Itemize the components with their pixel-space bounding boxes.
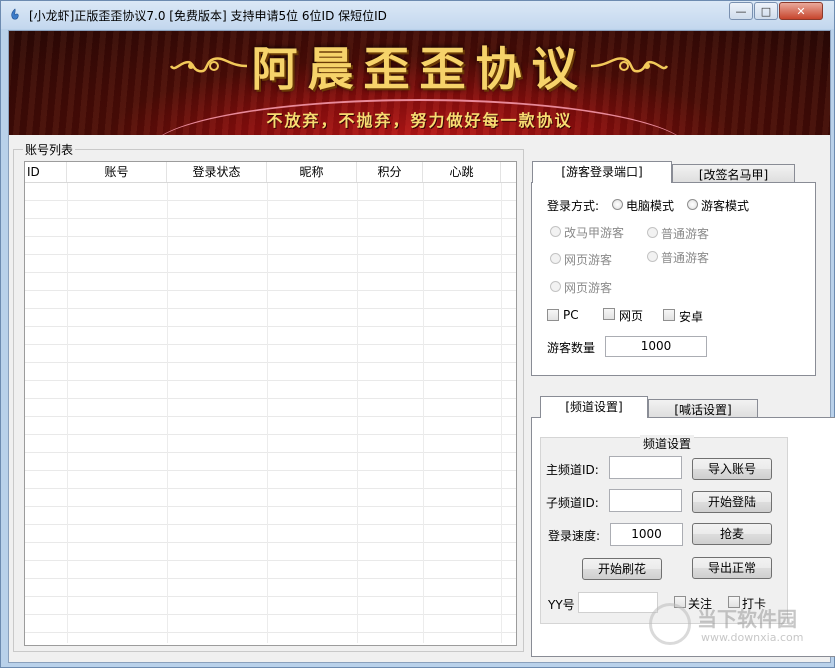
vest-guest-radio[interactable] (550, 226, 561, 237)
maximize-button[interactable]: □ (754, 2, 778, 20)
banner-title: 阿晨歪歪协议 (251, 42, 588, 96)
column-divider (423, 183, 424, 643)
normal-guest-label-2[interactable]: 普通游客 (661, 249, 709, 266)
guest-count-label: 游客数量 (547, 341, 596, 355)
column-divider (67, 183, 68, 643)
main-channel-label: 主频道ID: (546, 463, 599, 477)
normal-guest-radio-1[interactable] (647, 227, 658, 238)
pc-mode-radio[interactable] (612, 199, 623, 210)
yy-number-input[interactable] (578, 592, 658, 613)
platform-web-label[interactable]: 网页 (619, 307, 643, 324)
normal-guest-radio-2[interactable] (647, 251, 658, 262)
window-title: [小龙虾]正版歪歪协议7.0 [免费版本] 支持申请5位 6位ID 保短位ID (29, 9, 387, 23)
web-guest-radio-2[interactable] (550, 281, 561, 292)
platform-web-checkbox[interactable] (603, 308, 615, 320)
column-divider (267, 183, 268, 643)
app-icon (11, 8, 19, 20)
account-table-header: ID 账号 登录状态 昵称 积分 心跳 (25, 162, 516, 183)
web-guest-radio-1[interactable] (550, 253, 561, 264)
platform-android-checkbox[interactable] (663, 309, 675, 321)
sub-channel-input[interactable] (609, 489, 682, 512)
normal-guest-label-1[interactable]: 普通游客 (661, 225, 709, 242)
export-normal-button[interactable]: 导出正常 (692, 557, 772, 579)
start-flower-button[interactable]: 开始刷花 (582, 558, 662, 580)
pc-mode-label[interactable]: 电脑模式 (626, 197, 674, 214)
column-divider (357, 183, 358, 643)
grab-mic-button[interactable]: 抢麦 (692, 523, 772, 545)
client-area: 阿晨歪歪协议 不放弃，不抛弃，努力做好每一款协议 账号列表 ID 账号 登录状态… (8, 30, 835, 663)
watermark-url: www.downxia.com (701, 631, 804, 644)
column-header-account[interactable]: 账号 (67, 162, 167, 182)
banner: 阿晨歪歪协议 不放弃，不抛弃，努力做好每一款协议 (9, 31, 830, 135)
column-header-nickname[interactable]: 昵称 (267, 162, 357, 182)
start-login-button[interactable]: 开始登陆 (692, 491, 772, 513)
guest-mode-label[interactable]: 游客模式 (701, 197, 749, 214)
close-button[interactable]: ✕ (779, 2, 823, 20)
platform-pc-label[interactable]: PC (563, 308, 579, 322)
column-divider (501, 183, 502, 643)
minimize-button[interactable]: — (729, 2, 753, 20)
column-header-login-status[interactable]: 登录状态 (167, 162, 267, 182)
guest-count-input[interactable]: 1000 (605, 336, 707, 357)
watermark-logo-icon (649, 603, 691, 645)
login-mode-label: 登录方式: (547, 199, 600, 213)
login-speed-label: 登录速度: (548, 529, 601, 543)
channel-settings-group-title: 频道设置 (640, 435, 695, 452)
column-header-heartbeat[interactable]: 心跳 (423, 162, 501, 182)
platform-pc-checkbox[interactable] (547, 309, 559, 321)
yy-number-label: YY号 (548, 598, 575, 612)
title-bar[interactable]: [小龙虾]正版歪歪协议7.0 [免费版本] 支持申请5位 6位ID 保短位ID … (1, 1, 834, 29)
account-table-rows[interactable] (25, 183, 516, 643)
guest-mode-radio[interactable] (687, 199, 698, 210)
column-header-points[interactable]: 积分 (357, 162, 423, 182)
watermark-text: 当下软件园 (697, 607, 797, 631)
account-list-label: 账号列表 (23, 141, 76, 158)
platform-android-label[interactable]: 安卓 (679, 308, 703, 325)
web-guest-label-1[interactable]: 网页游客 (564, 251, 612, 268)
column-header-id[interactable]: ID (25, 162, 67, 182)
main-channel-input[interactable] (609, 456, 682, 479)
column-divider (167, 183, 168, 643)
watermark: 当下软件园 www.downxia.com (649, 601, 819, 657)
guest-login-panel: 登录方式: 电脑模式 游客模式 改马甲游客 普通游客 网页游客 普通游客 网页游… (531, 182, 816, 376)
tab-guest-login[interactable]: [游客登录端口] (532, 161, 672, 183)
tab-channel-settings[interactable]: [频道设置] (540, 396, 648, 418)
banner-subtitle: 不放弃，不抛弃，努力做好每一款协议 (266, 111, 573, 130)
account-table[interactable]: ID 账号 登录状态 昵称 积分 心跳 (24, 161, 517, 646)
vest-guest-label[interactable]: 改马甲游客 (564, 224, 624, 241)
main-window: [小龙虾]正版歪歪协议7.0 [免费版本] 支持申请5位 6位ID 保短位ID … (0, 0, 835, 668)
sub-channel-label: 子频道ID: (546, 496, 599, 510)
login-speed-input[interactable]: 1000 (610, 523, 683, 546)
tab-change-signature[interactable]: [改签名马甲] (672, 164, 795, 184)
tab-shout-settings[interactable]: [喊话设置] (648, 399, 758, 419)
web-guest-label-2[interactable]: 网页游客 (564, 279, 612, 296)
import-accounts-button[interactable]: 导入账号 (692, 458, 772, 480)
